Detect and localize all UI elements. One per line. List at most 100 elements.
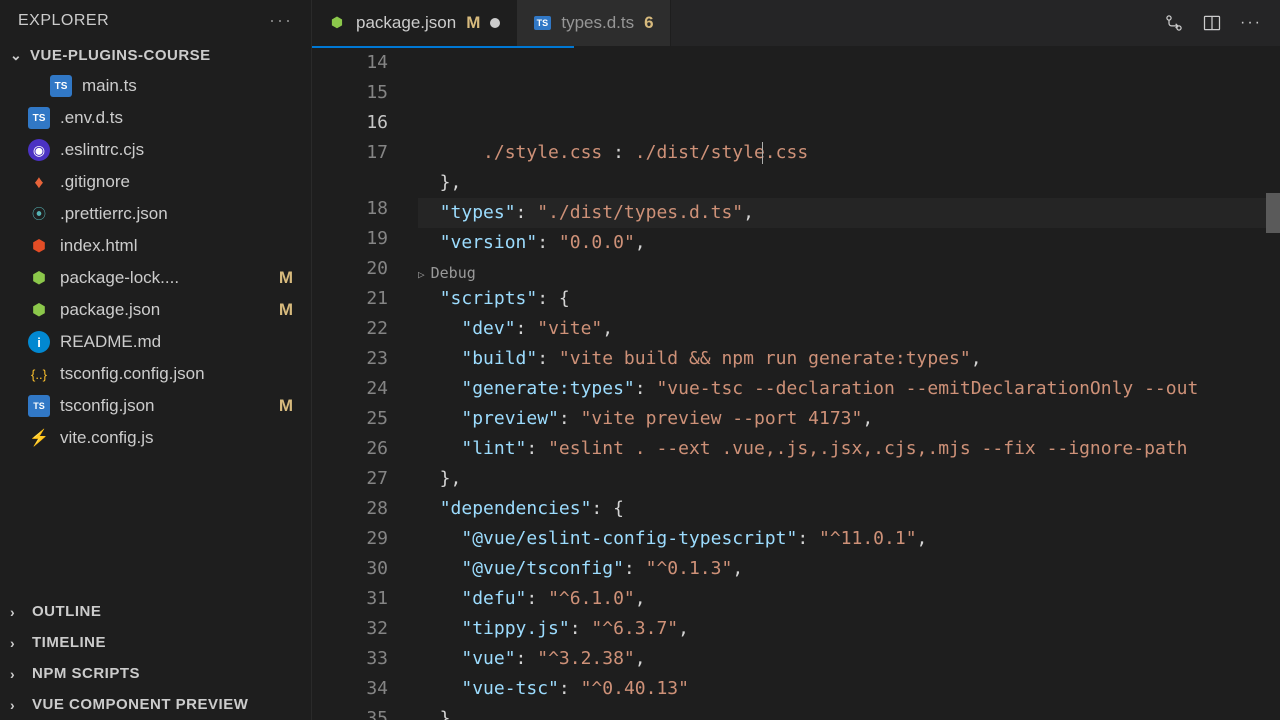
line-number: 14 <box>312 48 388 78</box>
line-number: 29 <box>312 524 388 554</box>
code-line[interactable]: "@vue/tsconfig": "^0.1.3", <box>418 554 1280 584</box>
text-cursor <box>762 142 763 164</box>
sidebar-sections: › OUTLINE › TIMELINE ›NPM SCRIPTS › VUE COMPON… <box>0 596 311 720</box>
file-name: package.json <box>60 300 269 320</box>
file-item[interactable]: ⬢package-lock....M <box>0 262 311 294</box>
line-number: 32 <box>312 614 388 644</box>
modified-badge: M <box>279 268 301 288</box>
code-line[interactable]: "lint": "eslint . --ext .vue,.js,.jsx,.c… <box>418 434 1280 464</box>
line-number: 16 <box>312 108 388 138</box>
file-item[interactable]: ⬢index.html <box>0 230 311 262</box>
sidebar-title: EXPLORER <box>18 12 109 30</box>
code-line[interactable]: "defu": "^6.1.0", <box>418 584 1280 614</box>
section-label: NPM SCRIPTS <box>32 665 140 682</box>
line-number: 17 <box>312 138 388 168</box>
sidebar-section[interactable]: › TIMELINE <box>0 627 311 658</box>
line-number: 19 <box>312 224 388 254</box>
file-name: tsconfig.json <box>60 396 269 416</box>
code-line[interactable]: "preview": "vite preview --port 4173", <box>418 404 1280 434</box>
line-number: 24 <box>312 374 388 404</box>
file-item[interactable]: ⬢package.jsonM <box>0 294 311 326</box>
editor-tab[interactable]: ⬢package.jsonM <box>312 0 517 46</box>
line-number: 27 <box>312 464 388 494</box>
explorer-sidebar: EXPLORER ··· ⌄ VUE-PLUGINS-COURSE TSmain… <box>0 0 312 720</box>
code-line[interactable]: }, <box>418 168 1280 198</box>
folder-name: VUE-PLUGINS-COURSE <box>30 47 211 64</box>
tab-label: types.d.ts <box>561 13 634 33</box>
sidebar-section[interactable]: ›NPM SCRIPTS <box>0 658 311 689</box>
file-item[interactable]: ⦿.prettierrc.json <box>0 198 311 230</box>
file-item[interactable]: TStsconfig.jsonM <box>0 390 311 422</box>
file-name: README.md <box>60 332 301 352</box>
compare-changes-icon[interactable] <box>1164 13 1184 33</box>
line-number: 34 <box>312 674 388 704</box>
file-name: .prettierrc.json <box>60 204 301 224</box>
file-item[interactable]: TSmain.ts <box>0 70 311 102</box>
code-line[interactable]: "scripts": { <box>418 284 1280 314</box>
file-name: .eslintrc.cjs <box>60 140 301 160</box>
section-label: VUE COMPONENT PREVIEW <box>32 696 248 713</box>
code-line[interactable]: }, <box>418 464 1280 494</box>
file-name: tsconfig.config.json <box>60 364 301 384</box>
line-number: 20 <box>312 254 388 284</box>
file-name: vite.config.js <box>60 428 301 448</box>
editor-area: ⬢package.jsonMTStypes.d.ts6 ··· 14151617… <box>312 0 1280 720</box>
more-actions-icon[interactable]: ··· <box>1240 14 1262 32</box>
line-number: 33 <box>312 644 388 674</box>
code-line[interactable]: "version": "0.0.0", <box>418 228 1280 258</box>
section-label: TIMELINE <box>32 634 106 651</box>
code-line[interactable]: ./style.css : ./dist/style.css <box>418 138 1280 168</box>
code-line[interactable]: "dependencies": { <box>418 494 1280 524</box>
code-line[interactable]: "@vue/eslint-config-typescript": "^11.0.… <box>418 524 1280 554</box>
modified-badge: M <box>279 300 301 320</box>
minimap-slider[interactable] <box>1266 193 1280 233</box>
code-line[interactable]: "vue": "^3.2.38", <box>418 644 1280 674</box>
file-name: .env.d.ts <box>60 108 301 128</box>
sidebar-more-icon[interactable]: ··· <box>269 10 293 31</box>
debug-run-icon[interactable]: ▷ <box>418 268 425 281</box>
code-editor[interactable]: 1415161718192021222324252627282930313233… <box>312 48 1280 720</box>
line-number: 25 <box>312 404 388 434</box>
modified-badge: M <box>279 396 301 416</box>
code-line[interactable]: "build": "vite build && npm run generate… <box>418 344 1280 374</box>
file-item[interactable]: ◉.eslintrc.cjs <box>0 134 311 166</box>
tab-badge: 6 <box>644 13 653 33</box>
editor-tab[interactable]: TStypes.d.ts6 <box>517 0 670 46</box>
chevron-down-icon: ⌄ <box>10 47 24 64</box>
file-name: package-lock.... <box>60 268 269 288</box>
section-label: OUTLINE <box>32 603 101 620</box>
file-item[interactable]: TS.env.d.ts <box>0 102 311 134</box>
code-line[interactable]: "dev": "vite", <box>418 314 1280 344</box>
line-number: 15 <box>312 78 388 108</box>
code-line[interactable]: }, <box>418 704 1280 720</box>
file-item[interactable]: ⚡vite.config.js <box>0 422 311 454</box>
line-number: 22 <box>312 314 388 344</box>
tab-actions: ··· <box>1146 13 1280 33</box>
file-item[interactable]: {..}tsconfig.config.json <box>0 358 311 390</box>
code-line[interactable]: ▷ Debug <box>418 258 1280 284</box>
line-number <box>312 168 388 194</box>
code-line[interactable]: "vue-tsc": "^0.40.13" <box>418 674 1280 704</box>
chevron-right-icon: › <box>10 635 24 651</box>
line-number: 31 <box>312 584 388 614</box>
codelens-label[interactable]: Debug <box>431 264 476 282</box>
line-number: 18 <box>312 194 388 224</box>
file-item[interactable]: ♦.gitignore <box>0 166 311 198</box>
file-item[interactable]: iREADME.md <box>0 326 311 358</box>
line-number: 28 <box>312 494 388 524</box>
sidebar-section[interactable]: › OUTLINE <box>0 596 311 627</box>
node-icon: ⬢ <box>328 14 346 32</box>
code-line[interactable]: "generate:types": "vue-tsc --declaration… <box>418 374 1280 404</box>
line-number: 23 <box>312 344 388 374</box>
sidebar-section[interactable]: › VUE COMPONENT PREVIEW <box>0 689 311 720</box>
code-content[interactable]: ./style.css : ./dist/style.css }, "types… <box>418 48 1280 720</box>
tab-bar: ⬢package.jsonMTStypes.d.ts6 ··· <box>312 0 1280 46</box>
line-number: 26 <box>312 434 388 464</box>
chevron-right-icon: › <box>10 697 24 713</box>
code-line[interactable]: "tippy.js": "^6.3.7", <box>418 614 1280 644</box>
split-editor-icon[interactable] <box>1202 13 1222 33</box>
code-line[interactable]: "types": "./dist/types.d.ts", <box>418 198 1280 228</box>
line-number: 21 <box>312 284 388 314</box>
chevron-right-icon: › <box>10 604 24 620</box>
folder-header[interactable]: ⌄ VUE-PLUGINS-COURSE <box>0 41 311 70</box>
